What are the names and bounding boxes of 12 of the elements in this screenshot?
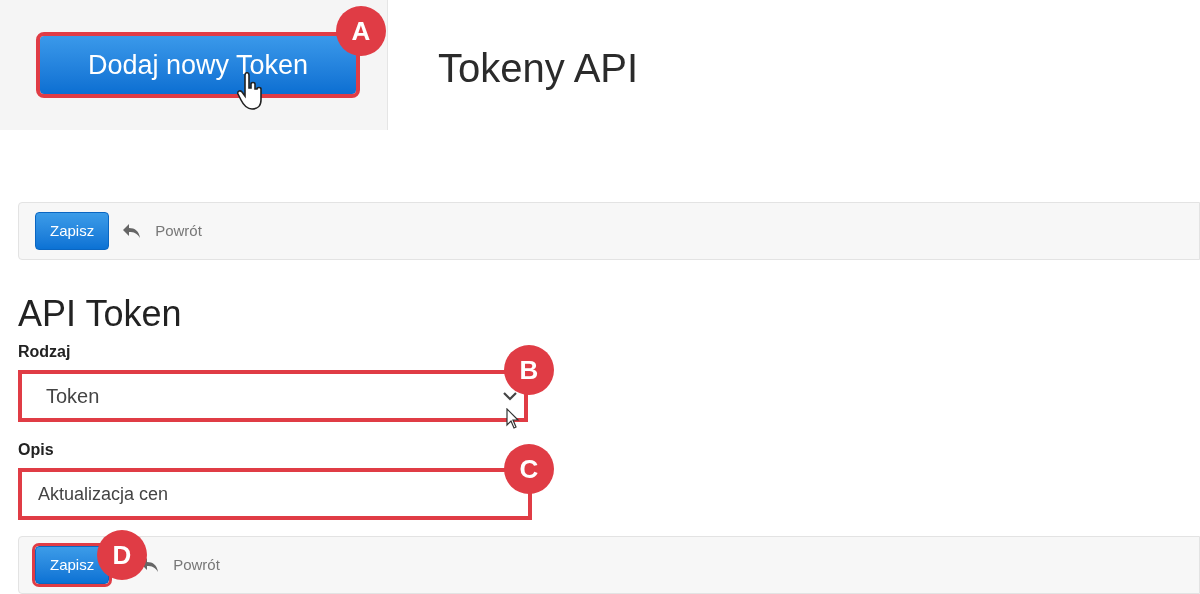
callout-badge: D [97, 530, 147, 580]
back-link[interactable]: Powrót [173, 553, 220, 577]
callout-badge: C [504, 444, 554, 494]
field-label: Rodzaj [18, 342, 72, 362]
callout-badge: B [504, 345, 554, 395]
back-link[interactable]: Powrót [155, 219, 202, 243]
callout-badge: A [336, 6, 386, 56]
save-button[interactable]: Zapisz [35, 546, 110, 584]
save-button[interactable]: Zapisz [35, 212, 110, 250]
form-title: API Token [18, 294, 183, 334]
field-label: Opis [18, 440, 55, 460]
page-title: Tokeny API [438, 45, 639, 92]
